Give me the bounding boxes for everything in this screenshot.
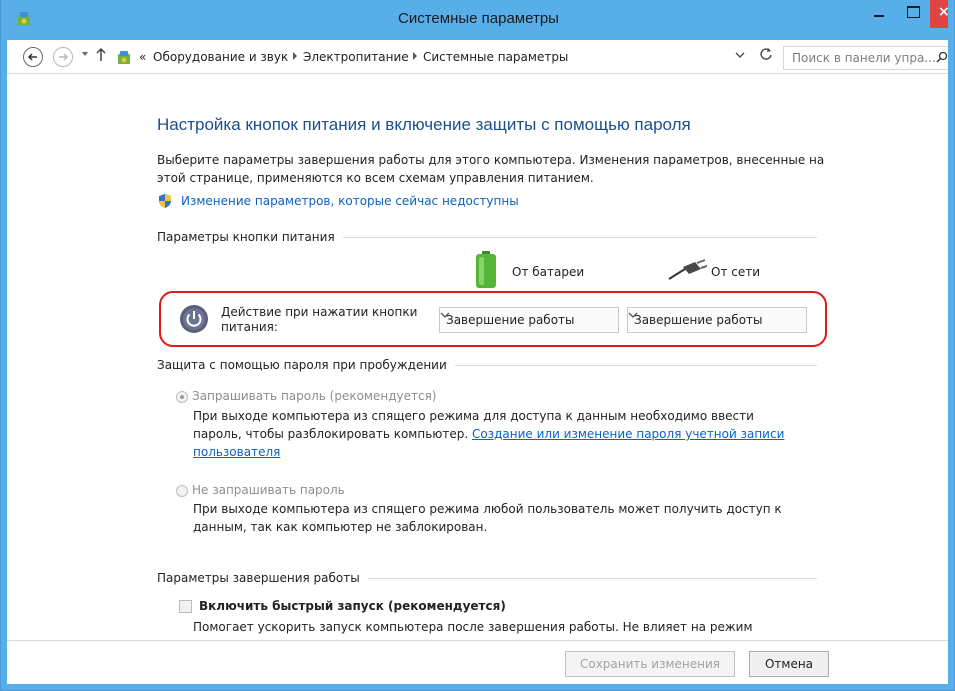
battery-icon	[476, 251, 496, 288]
no-password-description: При выходе компьютера из спящего режима …	[193, 502, 782, 534]
power-button-icon	[180, 305, 208, 333]
forward-button[interactable]	[53, 47, 73, 67]
require-password-radio[interactable]	[176, 391, 188, 403]
title-bar[interactable]: Системные параметры ×	[1, 0, 954, 40]
window-border	[1, 684, 954, 690]
window-border	[1, 0, 7, 690]
window-border	[948, 0, 954, 690]
breadcrumb-hardware-sound[interactable]: Оборудование и звук	[153, 50, 288, 64]
page-title: Настройка кнопок питания и включение защ…	[157, 115, 691, 134]
ac-column-label: От сети	[711, 265, 761, 279]
no-password-radio[interactable]	[176, 485, 188, 497]
minimize-button[interactable]	[863, 0, 895, 28]
address-breadcrumb[interactable]: « Оборудование и звук Электропитание Сис…	[113, 46, 763, 70]
battery-action-select[interactable]: Завершение работы	[439, 307, 619, 333]
recent-pages-chevron-icon[interactable]	[81, 50, 89, 58]
power-button-action-label: Действие при нажатии кнопки питания:	[221, 305, 418, 334]
search-input[interactable]: Поиск в панели упра...	[783, 46, 953, 70]
search-placeholder: Поиск в панели упра...	[792, 51, 936, 65]
control-panel-window: Системные параметры × « Оборудование и з…	[0, 0, 955, 691]
up-arrow-icon[interactable]	[95, 47, 107, 63]
no-password-label: Не запрашивать пароль	[192, 483, 345, 497]
cancel-button[interactable]: Отмена	[749, 651, 829, 677]
shutdown-group-title: Параметры завершения работы	[157, 571, 368, 585]
main-content: Настройка кнопок питания и включение защ…	[7, 75, 950, 640]
uac-shield-icon	[159, 194, 171, 208]
breadcrumb-chevron-icon[interactable]	[291, 51, 299, 61]
ac-action-value: Завершение работы	[634, 313, 763, 327]
maximize-button[interactable]	[897, 0, 929, 28]
fast-startup-description: Помогает ускорить запуск компьютера посл…	[193, 620, 753, 634]
password-group-title: Защита с помощью пароля при пробуждении	[157, 358, 455, 372]
refresh-icon[interactable]	[759, 46, 773, 62]
breadcrumb-chevron-icon[interactable]	[411, 51, 419, 61]
power-buttons-group-title: Параметры кнопки питания	[157, 230, 343, 244]
battery-action-value: Завершение работы	[446, 313, 575, 327]
back-button[interactable]	[23, 47, 43, 67]
search-icon[interactable]	[936, 51, 948, 63]
require-password-description: При выходе компьютера из спящего режима …	[193, 407, 793, 461]
breadcrumb-system-settings[interactable]: Системные параметры	[423, 50, 568, 64]
require-password-label: Запрашивать пароль (рекомендуется)	[192, 389, 437, 403]
battery-column-label: От батареи	[512, 265, 585, 279]
breadcrumb-power-options[interactable]: Электропитание	[303, 50, 409, 64]
page-description: Выберите параметры завершения работы для…	[157, 153, 825, 185]
address-dropdown-chevron-icon[interactable]	[735, 51, 745, 59]
save-changes-button[interactable]: Сохранить изменения	[565, 651, 735, 677]
footer-bar: Сохранить изменения Отмена	[7, 640, 950, 685]
arrow-right-icon	[59, 53, 69, 61]
fast-startup-checkbox[interactable]	[179, 600, 192, 613]
fast-startup-label: Включить быстрый запуск (рекомендуется)	[199, 599, 506, 613]
window-title: Системные параметры	[398, 10, 559, 27]
ac-action-select[interactable]: Завершение работы	[627, 307, 807, 333]
address-toolbar: « Оборудование и звук Электропитание Сис…	[7, 40, 953, 74]
breadcrumb-overflow[interactable]: «	[139, 50, 146, 64]
power-plug-icon	[668, 259, 707, 280]
change-unavailable-settings-link[interactable]: Изменение параметров, которые сейчас нед…	[181, 194, 519, 208]
arrow-left-icon	[27, 53, 37, 61]
control-panel-icon	[118, 51, 130, 64]
